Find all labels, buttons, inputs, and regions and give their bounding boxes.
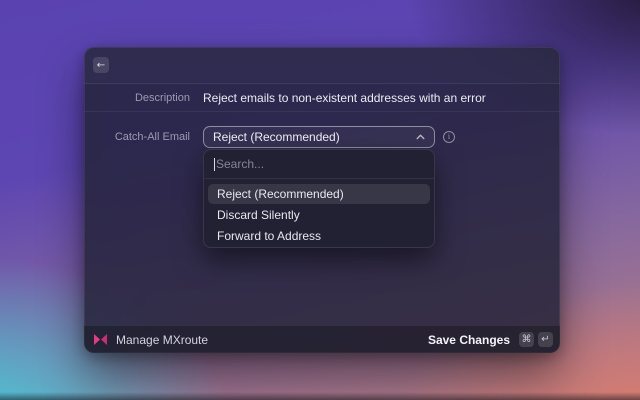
mxroute-logo-icon [94,334,107,345]
dropdown-option-forward[interactable]: Forward to Address [208,226,430,246]
info-glyph: i [448,133,450,141]
dropdown-search-input[interactable] [204,150,434,178]
save-changes-button[interactable]: Save Changes ⌘ ↵ [428,332,553,347]
description-row: Description Reject emails to non-existen… [84,84,560,111]
dropdown-option-reject[interactable]: Reject (Recommended) [208,184,430,204]
text-caret [214,158,215,171]
footer-app-title: Manage MXroute [116,333,208,347]
app-window: ← Description Reject emails to non-exist… [84,47,560,353]
save-changes-label: Save Changes [428,333,510,347]
catch-all-email-label: Catch-All Email [84,131,190,143]
dropdown-search [204,150,434,179]
arrow-left-icon: ← [97,60,105,71]
return-key-icon: ↵ [538,332,553,347]
catch-all-select[interactable]: Reject (Recommended) [203,126,435,148]
dropdown-panel: Reject (Recommended) Discard Silently Fo… [203,149,435,248]
window-header: ← [84,47,560,84]
dropdown-option-discard[interactable]: Discard Silently [208,205,430,225]
dropdown-options-list: Reject (Recommended) Discard Silently Fo… [204,179,434,246]
description-value: Reject emails to non-existent addresses … [203,91,486,105]
divider [84,111,560,112]
description-label: Description [84,92,190,104]
back-button[interactable]: ← [93,57,109,73]
catch-all-selected-value: Reject (Recommended) [213,130,410,144]
footer-bar: Manage MXroute Save Changes ⌘ ↵ [84,325,560,353]
command-key-icon: ⌘ [519,332,534,347]
chevron-up-icon [416,134,425,140]
info-icon[interactable]: i [443,131,455,143]
desktop-background: ← Description Reject emails to non-exist… [0,0,640,400]
